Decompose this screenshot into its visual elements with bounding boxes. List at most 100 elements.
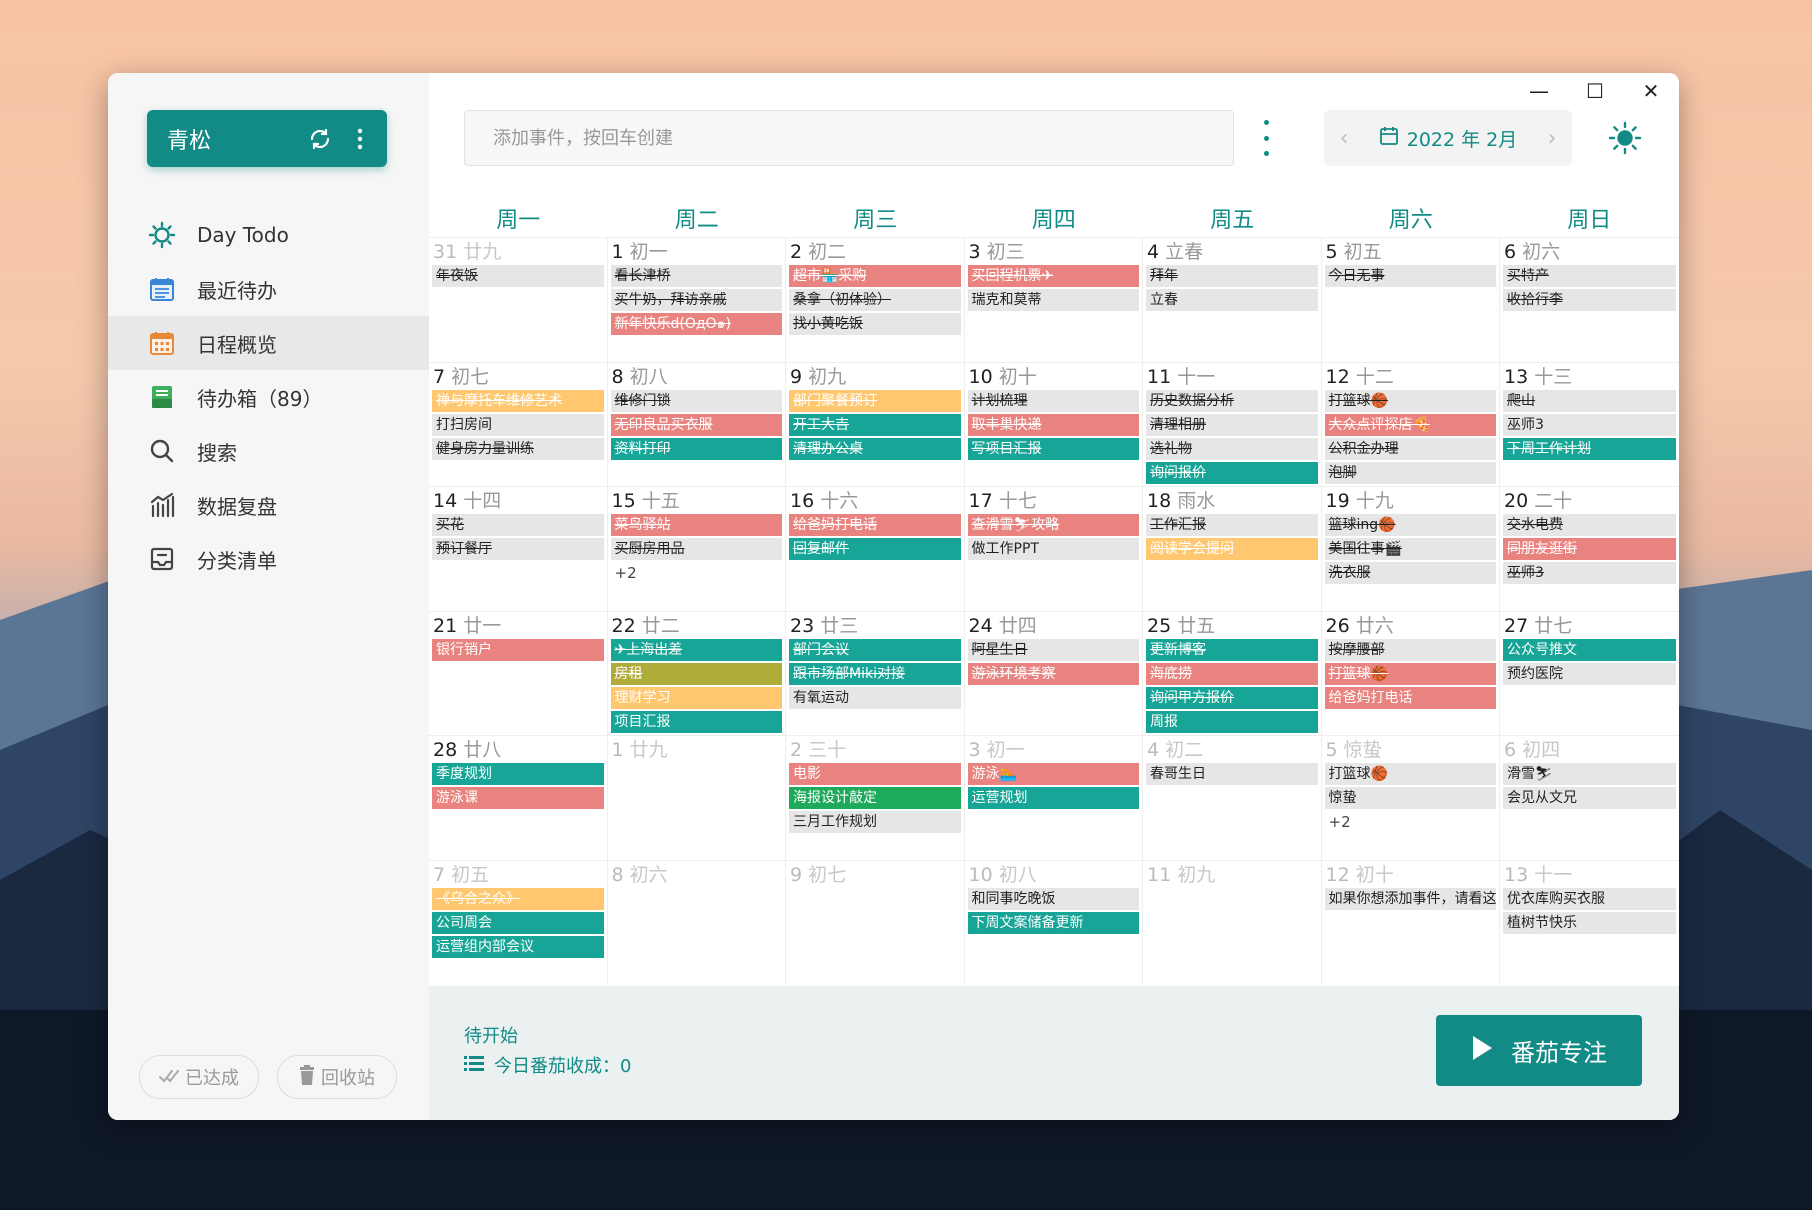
event-chip[interactable]: 泡脚 bbox=[1324, 461, 1496, 484]
event-chip[interactable]: 更新博客 bbox=[1146, 638, 1318, 661]
calendar-day-cell[interactable]: 15 十五 菜鸟驿站 买厨房用品 +2 bbox=[608, 487, 786, 611]
event-chip[interactable]: 查滑雪⛷攻略 bbox=[967, 514, 1139, 537]
event-chip[interactable]: 看长津桥 bbox=[610, 265, 782, 287]
event-chip[interactable]: 春哥生日 bbox=[1146, 763, 1318, 786]
calendar-day-cell[interactable]: 7 初五 《乌合之众》 公司周会 运营组内部会议 bbox=[429, 860, 608, 985]
event-chip[interactable]: 历史数据分析 bbox=[1146, 389, 1318, 412]
sidebar-item-recent-todo[interactable]: 最近待办 bbox=[108, 262, 429, 316]
close-button[interactable]: ✕ bbox=[1623, 73, 1679, 109]
event-chip[interactable]: 询问甲方报价 bbox=[1146, 686, 1318, 709]
event-chip[interactable]: 交水电费 bbox=[1503, 514, 1676, 537]
calendar-day-cell[interactable]: 27 廿七 公众号推文 预约医院 bbox=[1500, 612, 1679, 736]
pomodoro-focus-button[interactable]: 番茄专注 bbox=[1436, 1015, 1642, 1086]
event-chip[interactable]: 买牛奶，拜访亲戚 bbox=[610, 289, 782, 311]
event-chip[interactable]: 清理办公桌 bbox=[789, 437, 961, 460]
event-chip[interactable]: 公积金办理 bbox=[1324, 437, 1496, 460]
event-chip[interactable]: 开工大吉 bbox=[789, 413, 961, 436]
event-chip[interactable]: ✈上海出差 bbox=[610, 638, 782, 661]
event-chip[interactable]: 预订餐厅 bbox=[432, 538, 604, 561]
calendar-day-cell[interactable]: 5 惊蛰 打篮球🏀 惊蛰 +2 bbox=[1322, 736, 1500, 860]
event-chip[interactable]: 跟市场部Miki对接 bbox=[789, 662, 961, 685]
calendar-day-cell[interactable]: 14 十四 买花 预订餐厅 bbox=[429, 487, 608, 611]
event-chip[interactable]: 回复邮件 bbox=[789, 538, 961, 561]
calendar-day-cell[interactable]: 6 初六 买特产 收拾行李 bbox=[1500, 238, 1679, 362]
event-chip[interactable]: 如果你想添加事件，请看这里 bbox=[1324, 887, 1496, 910]
add-event-field[interactable] bbox=[464, 110, 1234, 166]
event-chip[interactable]: 清理相册 bbox=[1146, 413, 1318, 436]
more-events-link[interactable]: +2 bbox=[611, 562, 783, 584]
maximize-button[interactable]: ☐ bbox=[1567, 73, 1623, 109]
event-chip[interactable]: 海底捞 bbox=[1146, 662, 1318, 685]
event-chip[interactable]: 公司周会 bbox=[432, 911, 604, 934]
event-chip[interactable]: 拜年 bbox=[1146, 265, 1318, 287]
event-chip[interactable]: 今日无事 bbox=[1324, 265, 1496, 287]
calendar-day-cell[interactable]: 6 初四 滑雪⛷ 会见从文兄 bbox=[1500, 736, 1679, 860]
event-chip[interactable]: 游泳课 bbox=[432, 787, 604, 810]
event-chip[interactable]: 房租 bbox=[610, 662, 782, 685]
event-chip[interactable]: 篮球ing🏀 bbox=[1324, 514, 1496, 537]
event-chip[interactable]: 有氧运动 bbox=[789, 686, 961, 709]
event-chip[interactable]: 季度规划 bbox=[432, 763, 604, 786]
sidebar-item-schedule-overview[interactable]: 日程概览 bbox=[108, 316, 429, 370]
prev-month-button[interactable]: ‹ bbox=[1324, 126, 1364, 151]
calendar-day-cell[interactable]: 1 初一 看长津桥 买牛奶，拜访亲戚 新年快乐d(OдO๑) bbox=[608, 238, 786, 362]
event-chip[interactable]: 滑雪⛷ bbox=[1503, 763, 1676, 786]
calendar-day-cell[interactable]: 24 廿四 阿星生日 游泳环境考察 bbox=[965, 611, 1143, 736]
calendar-day-cell[interactable]: 1 廿九 bbox=[608, 736, 786, 860]
event-chip[interactable]: 买特产 bbox=[1503, 265, 1676, 287]
event-chip[interactable]: 惊蛰 bbox=[1324, 787, 1496, 810]
event-chip[interactable]: 部门聚餐预订 bbox=[789, 389, 961, 412]
event-chip[interactable]: 银行销户 bbox=[432, 638, 604, 661]
event-chip[interactable]: 桑拿（初体验） bbox=[789, 289, 961, 311]
event-chip[interactable]: 取丰巢快递 bbox=[967, 413, 1139, 436]
minimize-button[interactable]: — bbox=[1511, 73, 1567, 109]
add-event-input[interactable] bbox=[491, 126, 1233, 150]
event-chip[interactable]: 大众点评探店🍕 bbox=[1324, 413, 1496, 436]
calendar-day-cell[interactable]: 12 十二 打篮球🏀 大众点评探店🍕 公积金办理 泡脚 bbox=[1322, 362, 1500, 487]
sidebar-item-search[interactable]: 搜索 bbox=[108, 424, 429, 478]
event-chip[interactable]: 同朋友逛街 bbox=[1503, 538, 1676, 561]
event-chip[interactable]: 下周文案储备更新 bbox=[967, 911, 1139, 934]
trash-button[interactable]: 回收站 bbox=[277, 1055, 397, 1099]
calendar-day-cell[interactable]: 2 初二 超市🏪采购 桑拿（初体验） 找小黄吃饭 bbox=[786, 238, 965, 362]
event-chip[interactable]: 游泳环境考察 bbox=[967, 662, 1139, 685]
calendar-day-cell[interactable]: 20 二十 交水电费 同朋友逛街 巫师3 bbox=[1500, 487, 1679, 611]
sync-icon[interactable] bbox=[307, 126, 333, 152]
event-chip[interactable]: 维修门锁 bbox=[610, 389, 782, 412]
theme-toggle-icon[interactable] bbox=[1607, 120, 1643, 156]
sidebar-item-category-list[interactable]: 分类清单 bbox=[108, 532, 429, 586]
sidebar-item-data-review[interactable]: 数据复盘 bbox=[108, 478, 429, 532]
event-chip[interactable]: 买花 bbox=[432, 514, 604, 537]
event-chip[interactable]: 项目汇报 bbox=[610, 710, 782, 733]
calendar-day-cell[interactable]: 7 初七 禅与摩托车维修艺术 打扫房间 健身房力量训练 bbox=[429, 362, 608, 487]
event-chip[interactable]: 美国往事🎬 bbox=[1324, 538, 1496, 561]
event-chip[interactable]: 理财学习 bbox=[610, 686, 782, 709]
event-chip[interactable]: 植树节快乐 bbox=[1503, 911, 1676, 934]
calendar-day-cell[interactable]: 16 十六 给爸妈打电话 回复邮件 bbox=[786, 487, 965, 611]
event-chip[interactable]: 给爸妈打电话 bbox=[1324, 686, 1496, 709]
event-chip[interactable]: 打篮球🏀 bbox=[1324, 662, 1496, 685]
more-vertical-icon[interactable] bbox=[347, 126, 373, 152]
more-events-link[interactable]: +2 bbox=[1325, 811, 1497, 833]
calendar-day-cell[interactable]: 23 廿三 部门会议 跟市场部Miki对接 有氧运动 bbox=[786, 611, 965, 736]
event-chip[interactable]: 洗衣服 bbox=[1324, 562, 1496, 585]
sidebar-item-day-todo[interactable]: Day Todo bbox=[108, 208, 429, 262]
event-chip[interactable]: 瑞克和莫蒂 bbox=[967, 289, 1139, 311]
calendar-day-cell[interactable]: 10 初八 和同事吃晚饭 下周文案储备更新 bbox=[965, 860, 1143, 985]
calendar-day-cell[interactable]: 28 廿八 季度规划 游泳课 bbox=[429, 736, 608, 860]
calendar-day-cell[interactable]: 2 三十 电影 海报设计敲定 三月工作规划 bbox=[786, 736, 965, 860]
calendar-day-cell[interactable]: 31 廿九 年夜饭 bbox=[429, 238, 608, 362]
calendar-day-cell[interactable]: 13 十三 爬山 巫师3 下周工作计划 bbox=[1500, 363, 1679, 487]
calendar-day-cell[interactable]: 3 初一 游泳🏊 运营规划 bbox=[965, 736, 1143, 860]
event-chip[interactable]: 菜鸟驿站 bbox=[610, 514, 782, 537]
event-chip[interactable]: 写项目汇报 bbox=[967, 437, 1139, 460]
calendar-day-cell[interactable]: 18 雨水 工作汇报 阅读学会提问 bbox=[1143, 487, 1322, 611]
event-chip[interactable]: 优衣库购买衣服 bbox=[1503, 887, 1676, 910]
calendar-day-cell[interactable]: 13 十一 优衣库购买衣服 植树节快乐 bbox=[1500, 861, 1679, 985]
event-chip[interactable]: 禅与摩托车维修艺术 bbox=[432, 389, 604, 412]
calendar-day-cell[interactable]: 9 初九 部门聚餐预订 开工大吉 清理办公桌 bbox=[786, 362, 965, 487]
today-pomodoro-count[interactable]: 今日番茄收成：0 bbox=[464, 1052, 631, 1078]
event-chip[interactable]: 立春 bbox=[1146, 289, 1318, 311]
event-chip[interactable]: 会见从文兄 bbox=[1503, 787, 1676, 810]
event-chip[interactable]: 运营组内部会议 bbox=[432, 935, 604, 958]
